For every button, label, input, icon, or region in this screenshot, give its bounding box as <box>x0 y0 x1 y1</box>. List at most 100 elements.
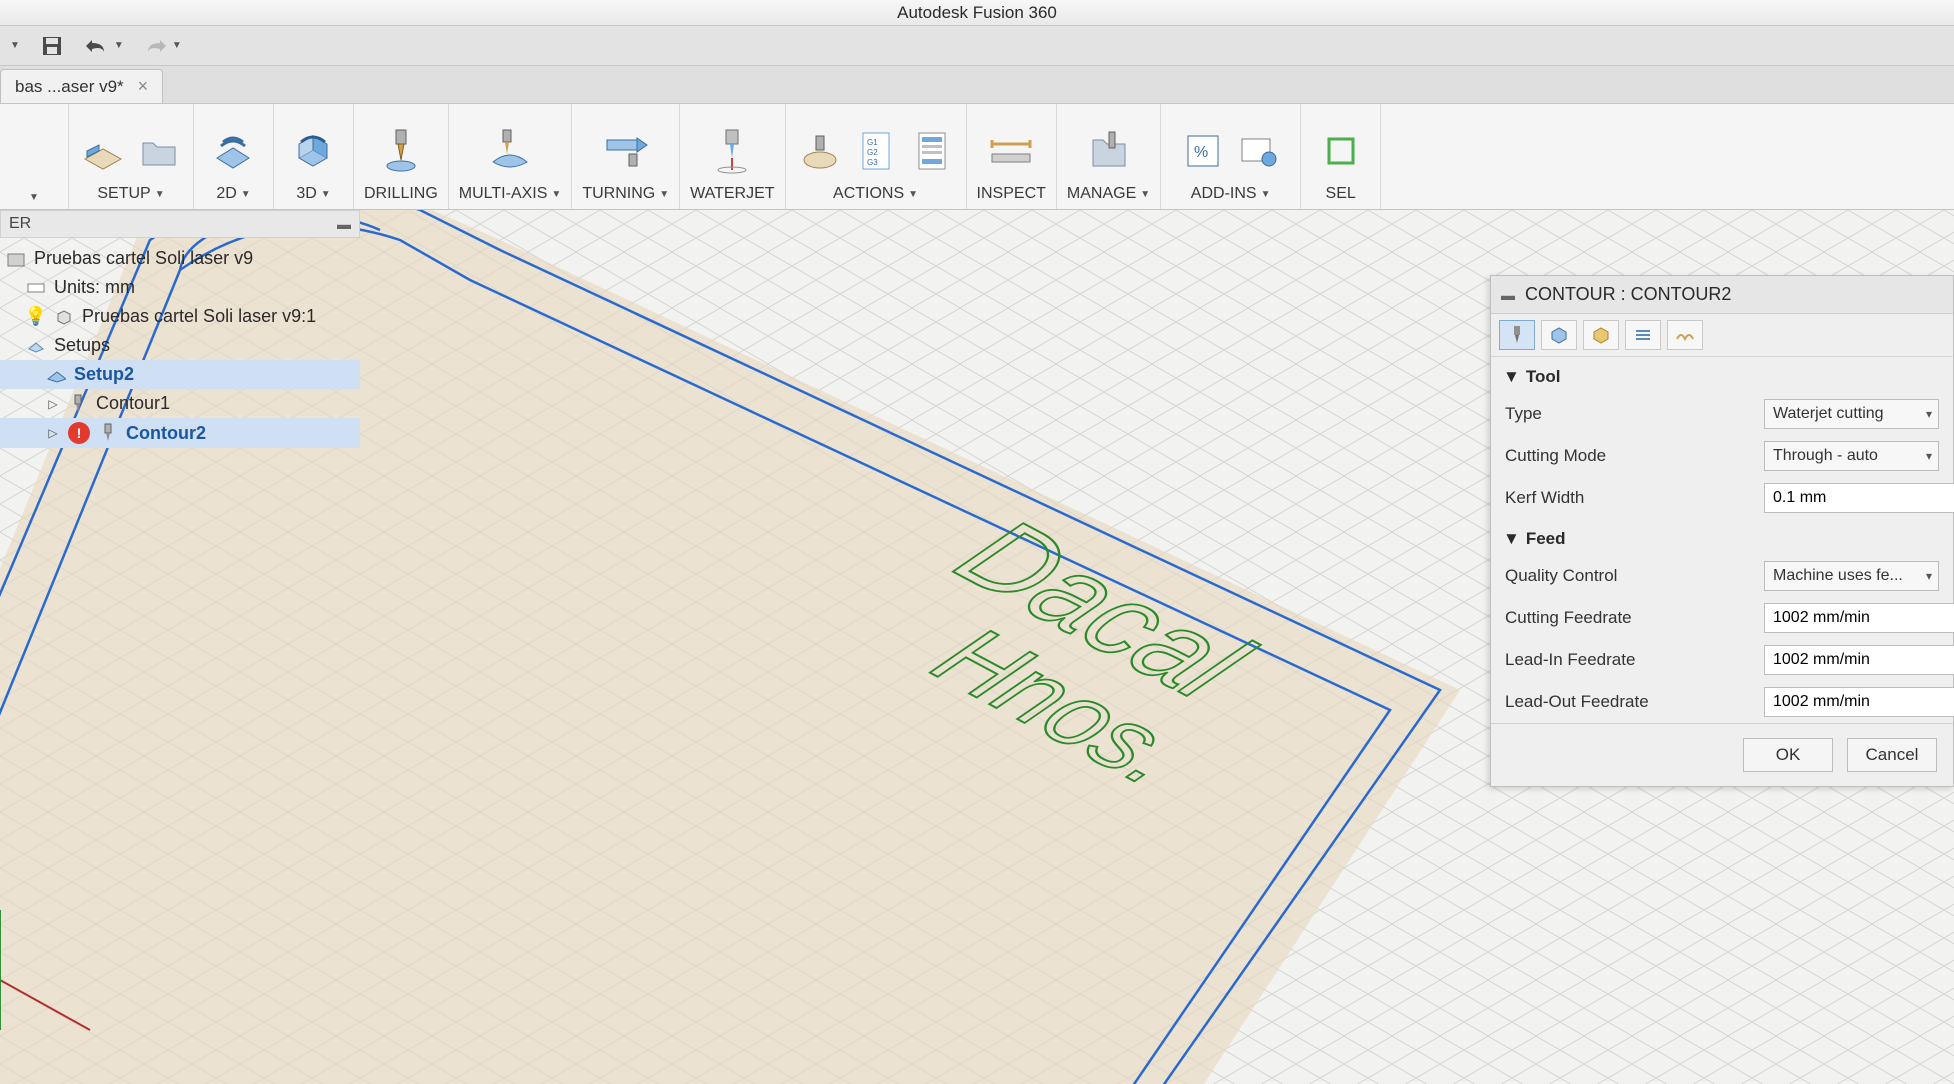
ribbon-3d[interactable]: 3D▼ <box>274 104 354 209</box>
setup-folder-icon <box>135 127 183 175</box>
tab-passes[interactable] <box>1625 320 1661 350</box>
field-label: Lead-Out Feedrate <box>1505 692 1764 712</box>
file-menu-button[interactable]: ▼ <box>8 40 20 51</box>
tree-root-document[interactable]: Pruebas cartel Soli laser v9 <box>0 244 360 273</box>
cutting-feedrate-spinner[interactable]: ▲▼ <box>1764 603 1939 633</box>
properties-title: CONTOUR : CONTOUR2 <box>1525 284 1731 305</box>
ribbon-label: TURNING <box>582 185 655 203</box>
operation-icon <box>68 394 88 414</box>
tab-linking[interactable] <box>1667 320 1703 350</box>
chevron-down-icon: ▼ <box>659 189 669 200</box>
document-icon <box>6 249 26 269</box>
section-tool[interactable]: ▼ Tool <box>1491 357 1953 393</box>
expand-icon[interactable]: ▷ <box>46 426 60 440</box>
collapse-icon[interactable]: ▬ <box>1501 287 1515 303</box>
row-kerf-width: Kerf Width ▲▼ <box>1491 477 1953 519</box>
properties-header[interactable]: ▬ CONTOUR : CONTOUR2 <box>1491 276 1953 314</box>
chevron-down-icon: ▼ <box>155 189 165 200</box>
ribbon-workspace-switcher[interactable]: ▼ <box>0 104 69 209</box>
chevron-down-icon: ▼ <box>1503 367 1520 387</box>
leadin-feedrate-spinner[interactable]: ▲▼ <box>1764 645 1939 675</box>
properties-tabs <box>1491 314 1953 357</box>
ribbon-label: SETUP <box>97 185 150 203</box>
section-feed[interactable]: ▼ Feed <box>1491 519 1953 555</box>
chevron-down-icon: ▼ <box>1503 529 1520 549</box>
row-cutting-mode: Cutting Mode Through - auto <box>1491 435 1953 477</box>
leadout-feedrate-spinner[interactable]: ▲▼ <box>1764 687 1939 717</box>
field-label: Cutting Feedrate <box>1505 608 1764 628</box>
tree-units[interactable]: Units: mm <box>0 273 360 302</box>
select-icon <box>1317 127 1365 175</box>
properties-panel: ▬ CONTOUR : CONTOUR2 ▼ Tool Type Waterje… <box>1490 275 1954 787</box>
browser-tree: Pruebas cartel Soli laser v9 Units: mm 💡… <box>0 238 360 454</box>
field-label: Kerf Width <box>1505 488 1764 508</box>
type-dropdown[interactable]: Waterjet cutting <box>1764 399 1939 429</box>
ribbon-actions[interactable]: G1G2G3 ACTIONS▼ <box>786 104 967 209</box>
turning-icon <box>602 127 650 175</box>
ribbon-toolbar: ▼ SETUP▼ 2D▼ 3D▼ DRILLING MULTI-AXIS▼ TU… <box>0 104 1954 210</box>
cutting-mode-dropdown[interactable]: Through - auto <box>1764 441 1939 471</box>
tree-setups[interactable]: Setups <box>0 331 360 360</box>
tree-label: Pruebas cartel Soli laser v9 <box>34 248 253 269</box>
chevron-down-icon: ▼ <box>321 189 331 200</box>
browser-panel: ER ▬ Pruebas cartel Soli laser v9 Units:… <box>0 210 360 454</box>
tree-label: Setups <box>54 335 110 356</box>
tree-contour2[interactable]: ▷ ! Contour2 <box>0 418 360 448</box>
ribbon-label: WATERJET <box>690 185 774 203</box>
browser-header[interactable]: ER ▬ <box>0 210 360 238</box>
document-tab-bar: bas ...aser v9* × <box>0 66 1954 104</box>
row-leadin-feedrate: Lead-In Feedrate ▲▼ <box>1491 639 1953 681</box>
tree-label: Contour2 <box>126 423 206 444</box>
row-cutting-feedrate: Cutting Feedrate ▲▼ <box>1491 597 1953 639</box>
warning-icon: ! <box>68 422 90 444</box>
undo-button[interactable]: ▼ <box>84 37 124 55</box>
kerf-width-spinner[interactable]: ▲▼ <box>1764 483 1939 513</box>
ribbon-waterjet[interactable]: WATERJET <box>680 104 785 209</box>
setup-new-icon <box>79 127 127 175</box>
save-button[interactable] <box>38 32 66 60</box>
ribbon-inspect[interactable]: INSPECT <box>967 104 1057 209</box>
leadout-feedrate-input[interactable] <box>1764 687 1954 717</box>
close-tab-button[interactable]: × <box>138 76 149 97</box>
tree-label: Pruebas cartel Soli laser v9:1 <box>82 306 316 327</box>
ribbon-setup[interactable]: SETUP ▼ <box>69 104 194 209</box>
expand-icon[interactable]: ▷ <box>46 397 60 411</box>
svg-text:%: % <box>1194 144 1208 161</box>
addins-gear-icon <box>1235 127 1283 175</box>
cancel-button[interactable]: Cancel <box>1847 738 1937 772</box>
workspace-icon <box>10 134 58 182</box>
ribbon-addins[interactable]: % ADD-INS▼ <box>1161 104 1301 209</box>
ribbon-multiaxis[interactable]: MULTI-AXIS▼ <box>449 104 573 209</box>
ribbon-label: 2D <box>216 185 236 203</box>
row-leadout-feedrate: Lead-Out Feedrate ▲▼ <box>1491 681 1953 723</box>
ribbon-label: MANAGE <box>1067 185 1136 203</box>
tree-contour1[interactable]: ▷ Contour1 <box>0 389 360 418</box>
svg-text:G3: G3 <box>867 158 878 167</box>
browser-title: ER <box>9 215 31 233</box>
ribbon-label: SEL <box>1326 185 1356 203</box>
tree-label: Contour1 <box>96 393 170 414</box>
tree-component[interactable]: 💡 Pruebas cartel Soli laser v9:1 <box>0 302 360 331</box>
tab-heights[interactable] <box>1583 320 1619 350</box>
quality-control-dropdown[interactable]: Machine uses fe... <box>1764 561 1939 591</box>
document-tab[interactable]: bas ...aser v9* × <box>0 69 163 103</box>
redo-button[interactable]: ▼ <box>142 37 182 55</box>
ribbon-2d[interactable]: 2D▼ <box>194 104 274 209</box>
ok-button[interactable]: OK <box>1743 738 1833 772</box>
tree-setup2[interactable]: Setup2 <box>0 360 360 389</box>
ruler-icon <box>26 278 46 298</box>
ribbon-select[interactable]: SEL <box>1301 104 1381 209</box>
tab-tool[interactable] <box>1499 320 1535 350</box>
tab-geometry[interactable] <box>1541 320 1577 350</box>
kerf-width-input[interactable] <box>1764 483 1954 513</box>
leadin-feedrate-input[interactable] <box>1764 645 1954 675</box>
cutting-feedrate-input[interactable] <box>1764 603 1954 633</box>
ribbon-drilling[interactable]: DRILLING <box>354 104 449 209</box>
svg-text:G1: G1 <box>867 138 878 147</box>
ribbon-label: ADD-INS <box>1191 185 1257 203</box>
collapse-icon[interactable]: ▬ <box>337 216 351 232</box>
operation-icon <box>98 423 118 443</box>
ribbon-manage[interactable]: MANAGE▼ <box>1057 104 1161 209</box>
section-label: Tool <box>1526 367 1561 387</box>
ribbon-turning[interactable]: TURNING ▼ <box>572 104 680 209</box>
